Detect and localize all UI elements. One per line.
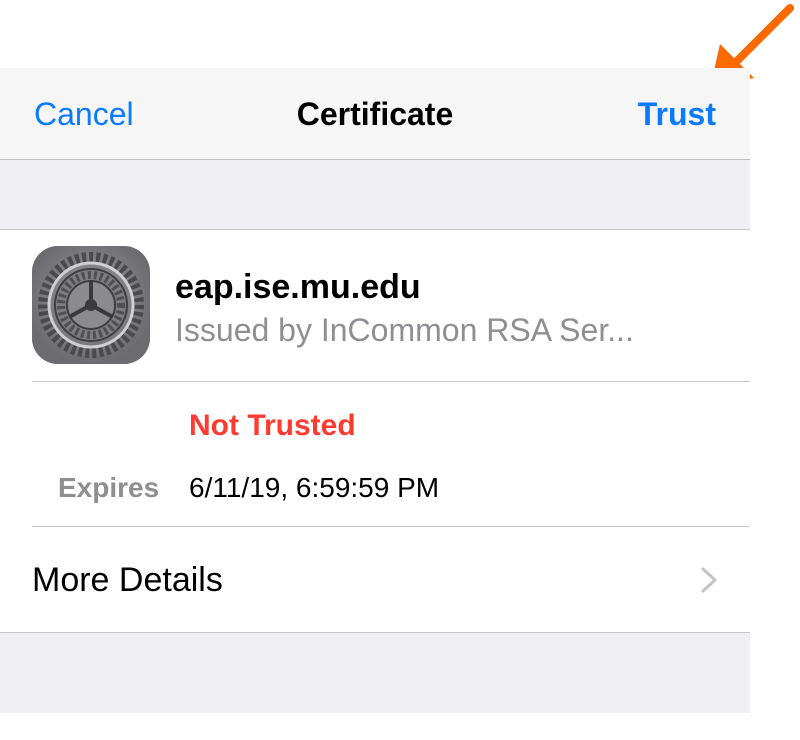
trust-button[interactable]: Trust <box>638 96 716 132</box>
chevron-right-icon <box>701 567 717 593</box>
more-details-label: More Details <box>32 561 223 599</box>
trust-status: Not Trusted <box>189 409 356 442</box>
divider <box>32 526 750 527</box>
navigation-bar: Cancel Certificate Trust <box>0 68 750 160</box>
settings-gear-icon <box>32 246 150 364</box>
group-spacer-bottom <box>0 632 750 713</box>
cancel-button[interactable]: Cancel <box>34 96 134 132</box>
certificate-header: eap.ise.mu.edu Issued by InCommon RSA Se… <box>0 230 750 382</box>
expires-label: Expires <box>58 472 160 503</box>
divider <box>32 381 750 382</box>
certificate-issuer: Issued by InCommon RSA Ser... <box>175 312 634 348</box>
more-details-row[interactable]: More Details <box>0 528 750 632</box>
certificate-name: eap.ise.mu.edu <box>175 268 421 306</box>
stage: Cancel Certificate Trust eap.ise.mu.edu … <box>0 0 800 740</box>
certificate-screen: Cancel Certificate Trust eap.ise.mu.edu … <box>0 68 750 713</box>
expires-value: 6/11/19, 6:59:59 PM <box>189 472 440 503</box>
group-spacer-top <box>0 160 750 230</box>
